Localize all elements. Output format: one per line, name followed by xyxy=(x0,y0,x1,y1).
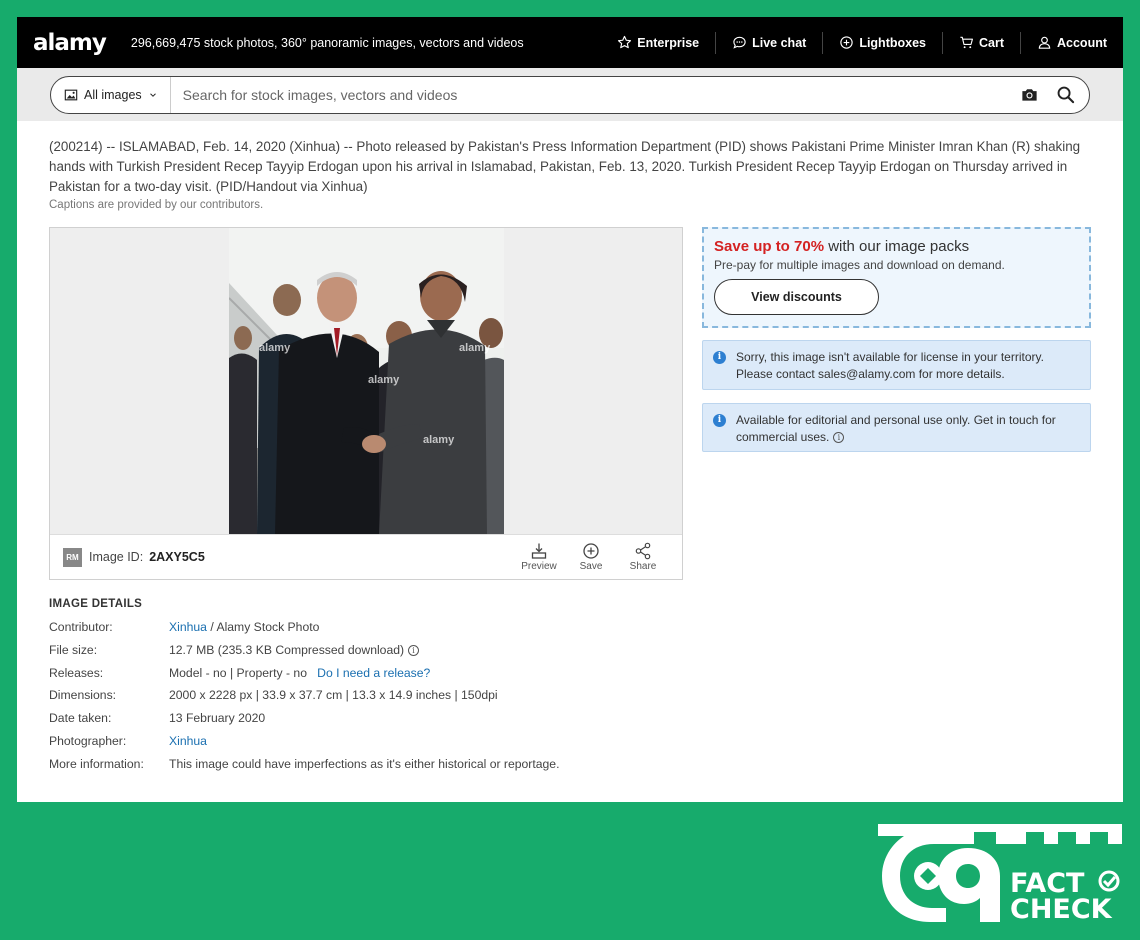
fact-check-logo: FACT CHECK xyxy=(878,824,1122,922)
releases-value: Model - no | Property - no xyxy=(169,665,307,680)
caption-note: Captions are provided by our contributor… xyxy=(49,199,264,211)
contributor-rest: / Alamy Stock Photo xyxy=(206,620,320,634)
svg-text:alamy: alamy xyxy=(459,342,491,354)
territory-notice: i Sorry, this image isn't available for … xyxy=(702,340,1091,390)
preview-label: Preview xyxy=(521,561,557,572)
detail-value: Xinhua / Alamy Stock Photo xyxy=(169,616,319,639)
share-icon xyxy=(635,542,651,560)
svg-text:alamy: alamy xyxy=(423,434,455,446)
detail-label: Date taken: xyxy=(49,711,112,726)
editorial-notice-text: Available for editorial and personal use… xyxy=(736,413,1056,444)
contributor-link[interactable]: Xinhua xyxy=(169,620,207,634)
territory-notice-text: Sorry, this image isn't available for li… xyxy=(736,350,1044,381)
editorial-notice: i Available for editorial and personal u… xyxy=(702,403,1091,452)
detail-label: More information: xyxy=(49,756,144,771)
promo-title-rest: with our image packs xyxy=(824,238,970,255)
detail-label: Photographer: xyxy=(49,733,127,748)
user-icon xyxy=(1038,36,1051,49)
save-icon xyxy=(583,543,599,559)
detail-value: 12.7 MB (235.3 KB Compressed download) i xyxy=(169,639,420,662)
image-id: 2AXY5C5 xyxy=(149,550,205,564)
photographer-link[interactable]: Xinhua xyxy=(169,730,207,753)
detail-label: Contributor: xyxy=(49,620,113,634)
search-icon xyxy=(1057,86,1074,104)
info-tooltip-icon[interactable]: i xyxy=(408,645,420,657)
preview-icon xyxy=(531,543,547,559)
promo-highlight: Save up to 70% xyxy=(714,238,825,255)
main-photo[interactable]: alamy alamy alamy alamy xyxy=(229,228,504,534)
plus-circle-icon xyxy=(840,36,853,49)
date-value: 13 February 2020 xyxy=(169,711,266,726)
nav-cart[interactable]: Cart xyxy=(941,31,1020,54)
cart-icon xyxy=(960,36,973,49)
check-text: CHECK xyxy=(1010,894,1113,922)
info-icon: i xyxy=(713,351,726,364)
detail-row-photographer: Photographer: Xinhua xyxy=(49,730,559,753)
image-pack-promo: Save up to 70% with our image packs Pre-… xyxy=(702,227,1091,328)
alamy-logo[interactable]: alamy xyxy=(33,30,107,56)
star-icon xyxy=(618,35,632,49)
info-icon: i xyxy=(713,414,726,427)
detail-value: Model - no | Property - no Do I need a r… xyxy=(169,662,430,685)
filter-label: All images xyxy=(84,87,142,102)
nav-enterprise[interactable]: Enterprise xyxy=(601,32,715,54)
detail-row-filesize: File size: 12.7 MB (235.3 KB Compressed … xyxy=(49,639,559,662)
save-button[interactable]: Save xyxy=(565,542,617,572)
image-footer: RM Image ID: 2AXY5C5 Preview Save Share xyxy=(50,534,682,579)
preview-button[interactable]: Preview xyxy=(513,542,565,572)
camera-search-button[interactable] xyxy=(1011,77,1047,113)
nav-label: Lightboxes xyxy=(859,35,926,50)
detail-row-date: Date taken: 13 February 2020 xyxy=(49,707,559,730)
detail-row-more: More information: This image could have … xyxy=(49,753,559,776)
top-bar: alamy 296,669,475 stock photos, 360° pan… xyxy=(17,17,1123,68)
search-input[interactable] xyxy=(170,86,1011,103)
search-box: All images xyxy=(50,75,1090,114)
dimensions-value: 2000 x 2228 px | 33.9 x 37.7 cm | 13.3 x… xyxy=(169,688,498,703)
rm-badge: RM xyxy=(63,547,82,567)
photo-illustration: alamy alamy alamy alamy xyxy=(229,228,504,534)
svg-text:alamy: alamy xyxy=(368,374,400,386)
nav-label: Live chat xyxy=(752,35,807,50)
tagline: 296,669,475 stock photos, 360° panoramic… xyxy=(130,35,524,50)
nav-account[interactable]: Account xyxy=(1020,31,1109,54)
nav-live-chat[interactable]: Live chat xyxy=(715,31,822,54)
nav-label: Cart xyxy=(978,35,1004,50)
detail-label: File size: xyxy=(49,642,98,657)
info-tooltip-icon[interactable]: i xyxy=(833,432,845,444)
view-discounts-button[interactable]: View discounts xyxy=(714,279,879,315)
detail-row-dimensions: Dimensions: 2000 x 2228 px | 33.9 x 37.7… xyxy=(49,684,559,707)
details-title: IMAGE DETAILS xyxy=(49,598,143,610)
chevron-down-icon xyxy=(149,92,156,97)
detail-row-contributor: Contributor: Xinhua / Alamy Stock Photo xyxy=(49,616,559,639)
search-area: All images xyxy=(17,68,1123,121)
image-id-label: Image ID: xyxy=(89,550,144,564)
nav-label: Enterprise xyxy=(637,35,700,50)
image-panel: alamy alamy alamy alamy RM Image ID: 2AX… xyxy=(49,227,683,580)
nav-lightboxes[interactable]: Lightboxes xyxy=(822,31,942,54)
share-button[interactable]: Share xyxy=(617,542,669,572)
promo-subtitle: Pre-pay for multiple images and download… xyxy=(714,258,1005,272)
screenshot-frame: alamy 296,669,475 stock photos, 360° pan… xyxy=(17,17,1123,802)
image-details: IMAGE DETAILS Contributor: Xinhua / Alam… xyxy=(49,598,559,776)
top-nav: Enterprise Live chat Lightboxes Cart Acc… xyxy=(601,31,1109,54)
promo-title: Save up to 70% with our image packs xyxy=(714,238,1079,255)
nav-label: Account xyxy=(1057,35,1107,50)
save-label: Save xyxy=(579,561,603,572)
more-info-value: This image could have imperfections as i… xyxy=(169,756,560,771)
all-images-dropdown[interactable]: All images xyxy=(51,76,171,113)
share-label: Share xyxy=(629,561,657,572)
image-caption: (200214) -- ISLAMABAD, Feb. 14, 2020 (Xi… xyxy=(49,139,1081,194)
camera-icon xyxy=(1021,89,1037,101)
detail-label: Dimensions: xyxy=(49,688,117,703)
image-icon xyxy=(64,89,78,100)
filesize-value: 12.7 MB (235.3 KB Compressed download) xyxy=(169,642,405,657)
svg-text:alamy: alamy xyxy=(259,342,291,354)
search-button[interactable] xyxy=(1047,77,1083,113)
release-help-link[interactable]: Do I need a release? xyxy=(317,666,430,680)
detail-label: Releases: xyxy=(49,665,104,680)
detail-row-releases: Releases: Model - no | Property - no Do … xyxy=(49,662,559,685)
chat-icon xyxy=(733,36,746,49)
